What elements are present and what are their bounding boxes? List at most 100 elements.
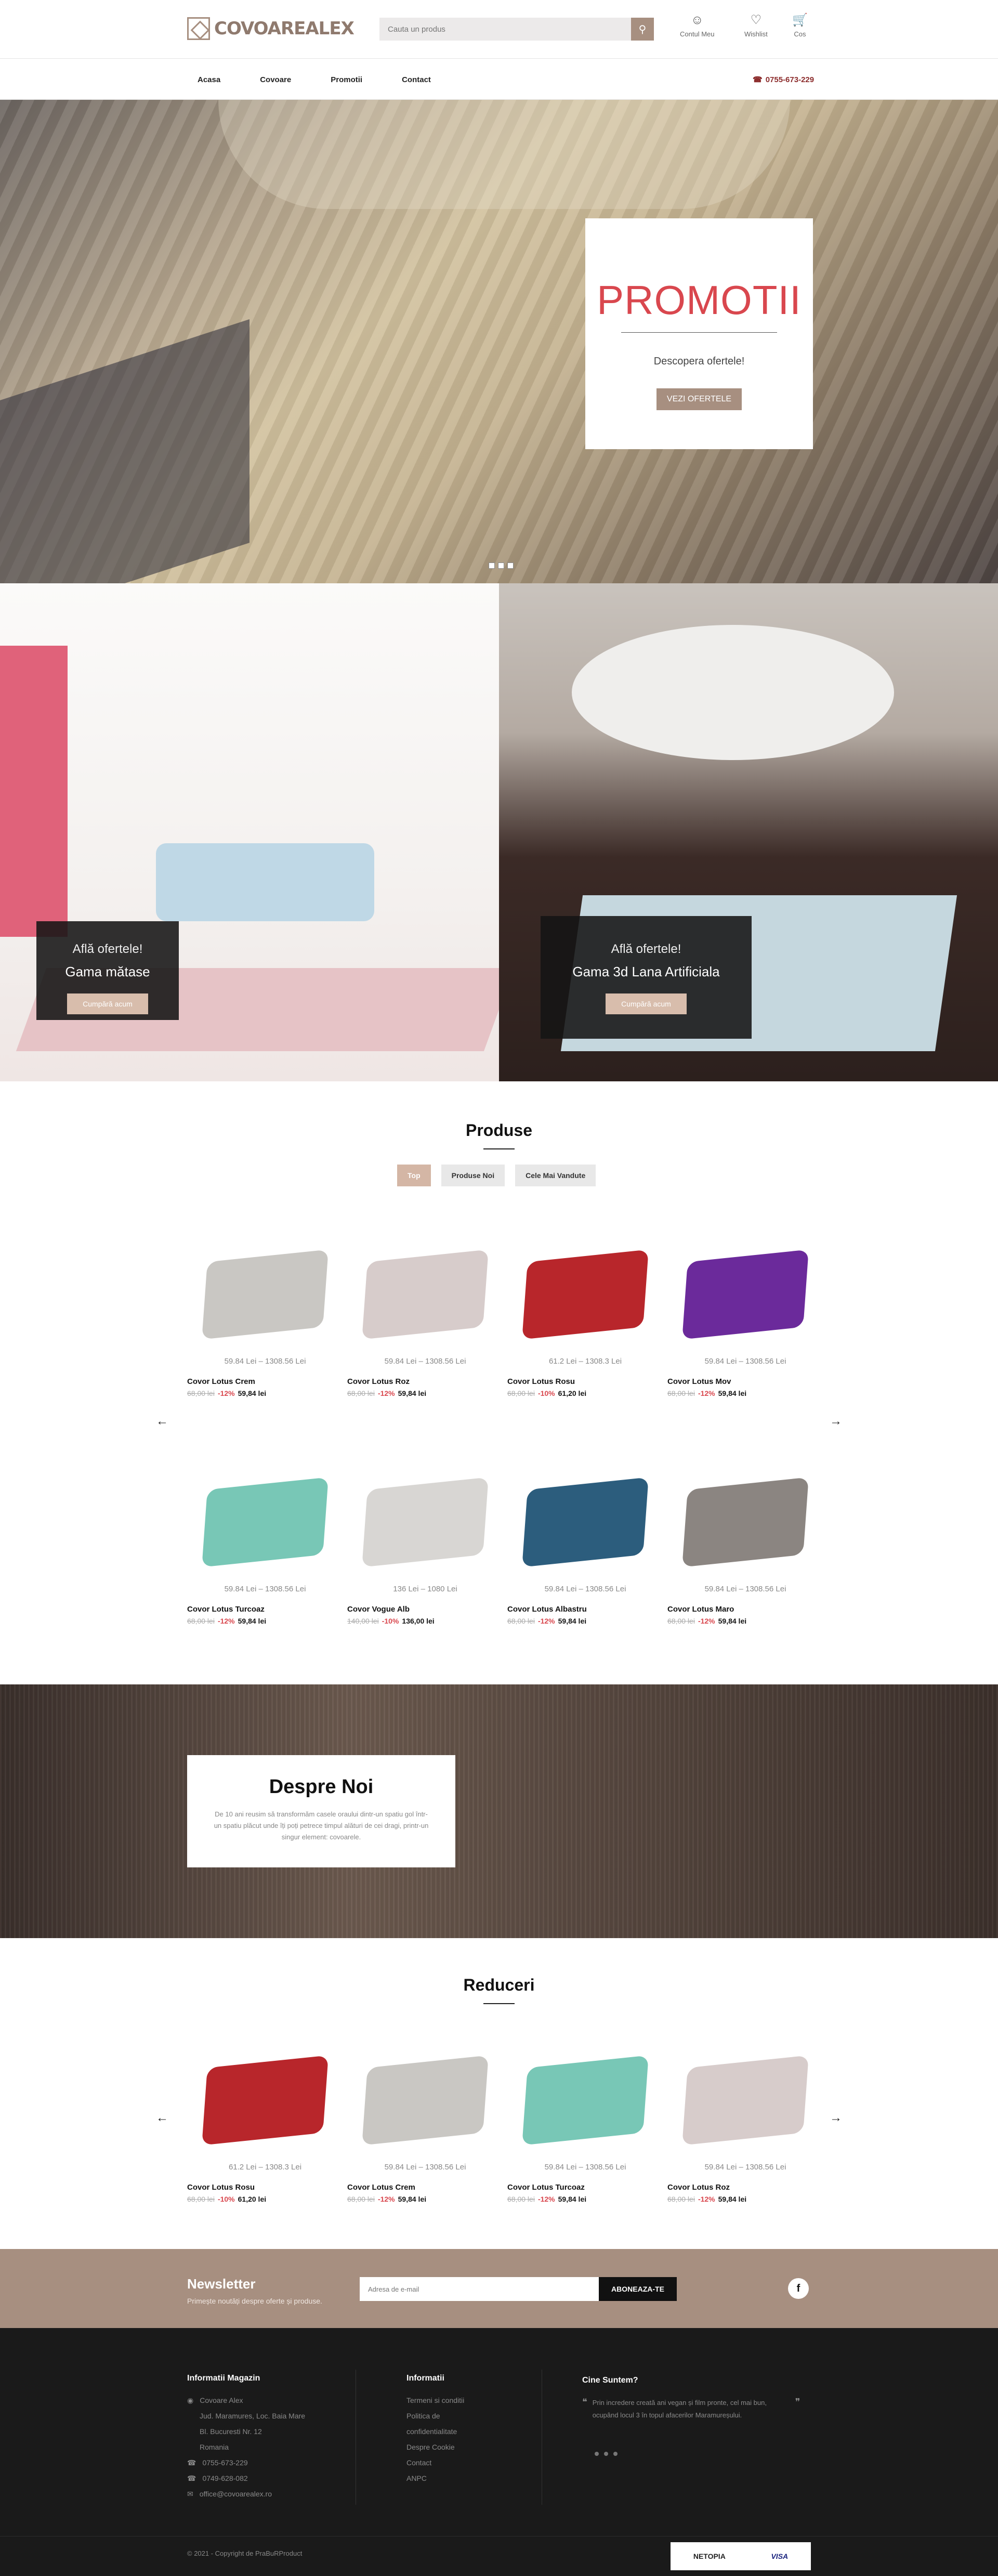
- product-image[interactable]: [347, 1217, 503, 1372]
- slider-dot[interactable]: [498, 563, 504, 569]
- product-name[interactable]: Covor Lotus Albastru: [507, 1605, 663, 1614]
- product-name[interactable]: Covor Lotus Maro: [667, 1605, 823, 1614]
- product-name[interactable]: Covor Lotus Rosu: [187, 2183, 343, 2192]
- testimonial-dot[interactable]: [595, 2452, 599, 2456]
- product-price-range: 59.84 Lei – 1308.56 Lei: [704, 1357, 786, 1366]
- logo[interactable]: COVOAREALEX: [187, 15, 354, 43]
- testimonial-dot[interactable]: [613, 2452, 618, 2456]
- product-name[interactable]: Covor Lotus Mov: [667, 1377, 823, 1386]
- newsletter-title: Newsletter: [187, 2276, 256, 2292]
- account-link[interactable]: ☺ Contul Meu: [680, 14, 714, 38]
- testimonial-dot[interactable]: [604, 2452, 608, 2456]
- product-discount: -12%: [217, 1617, 235, 1625]
- product-card[interactable]: 59.84 Lei – 1308.56 Lei Covor Lotus Albas…: [507, 1444, 663, 1625]
- about-section: Despre Noi De 10 ani reusim să transform…: [0, 1684, 998, 1938]
- footer-phone-2[interactable]: ☎ 0749-628-082: [187, 2470, 353, 2486]
- product-card[interactable]: 59.84 Lei – 1308.56 Lei Covor Lotus Turco…: [507, 2022, 663, 2203]
- product-price-range: 136 Lei – 1080 Lei: [393, 1585, 457, 1593]
- hero-cta-button[interactable]: VEZI OFERTELE: [656, 388, 742, 410]
- cart-link[interactable]: 🛒 Cos: [792, 14, 808, 38]
- product-image[interactable]: [507, 1217, 663, 1372]
- product-card[interactable]: 61.2 Lei – 1308.3 Lei Covor Lotus Rosu 68,…: [187, 2022, 343, 2203]
- product-name[interactable]: Covor Lotus Crem: [187, 1377, 343, 1386]
- nav-item-promotii[interactable]: Promotii: [331, 75, 362, 84]
- product-card[interactable]: 59.84 Lei – 1308.56 Lei Covor Lotus Crem 6…: [347, 2022, 503, 2203]
- product-card[interactable]: 59.84 Lei – 1308.56 Lei Covor Lotus Mov 68…: [667, 1217, 823, 1397]
- phone-icon: ☎: [187, 2474, 196, 2482]
- footer-link-termeni[interactable]: Termeni si conditii: [406, 2392, 542, 2408]
- footer-link-confidentialitate[interactable]: confidentialitate: [406, 2424, 542, 2439]
- banner-3d-button[interactable]: Cumpără acum: [606, 993, 687, 1014]
- tab-cele-mai-vandute[interactable]: Cele Mai Vandute: [515, 1165, 596, 1186]
- product-card[interactable]: 59.84 Lei – 1308.56 Lei Covor Lotus Maro 6…: [667, 1444, 823, 1625]
- product-card[interactable]: 59.84 Lei – 1308.56 Lei Covor Lotus Turco…: [187, 1444, 343, 1625]
- product-card[interactable]: 59.84 Lei – 1308.56 Lei Covor Lotus Crem 6…: [187, 1217, 343, 1397]
- footer-link-anpc[interactable]: ANPC: [406, 2470, 542, 2486]
- banner-3d[interactable]: Află ofertele! Gama 3d Lana Artificiala …: [499, 583, 998, 1081]
- banner-silk[interactable]: Află ofertele! Gama mătase Cumpără acum: [0, 583, 499, 1081]
- nav-item-covoare[interactable]: Covoare: [260, 75, 291, 84]
- slider-dot[interactable]: [489, 563, 495, 569]
- product-new-price: 59,84 lei: [718, 1617, 747, 1625]
- product-image[interactable]: [187, 1444, 343, 1600]
- hero-subtitle: Descopera ofertele!: [653, 356, 745, 367]
- nav-items: Acasa Covoare Promotii Contact: [198, 59, 431, 100]
- discounts-prev-arrow[interactable]: ←: [156, 2111, 168, 2125]
- product-name[interactable]: Covor Lotus Turcoaz: [187, 1605, 343, 1614]
- product-image[interactable]: [667, 1444, 823, 1600]
- product-card[interactable]: 59.84 Lei – 1308.56 Lei Covor Lotus Roz 68…: [667, 2022, 823, 2203]
- slider-dot[interactable]: [507, 563, 514, 569]
- product-image[interactable]: [667, 2022, 823, 2178]
- product-image[interactable]: [187, 1217, 343, 1372]
- product-card[interactable]: 136 Lei – 1080 Lei Covor Vogue Alb 140,00 …: [347, 1444, 503, 1625]
- product-new-price: 59,84 lei: [398, 1389, 427, 1397]
- footer-link-contact[interactable]: Contact: [406, 2455, 542, 2470]
- product-discount: -12%: [377, 2195, 395, 2203]
- product-image[interactable]: [347, 2022, 503, 2178]
- newsletter-email-input[interactable]: [360, 2277, 599, 2301]
- product-image[interactable]: [667, 1217, 823, 1372]
- hero-promo-box: PROMOTII Descopera ofertele! VEZI OFERTE…: [585, 218, 813, 449]
- search-button[interactable]: ⚲: [631, 18, 654, 41]
- tab-produse-noi[interactable]: Produse Noi: [441, 1165, 505, 1186]
- product-old-price: 68,00 lei: [667, 2195, 695, 2203]
- footer-phone-1[interactable]: ☎ 0755-673-229: [187, 2455, 353, 2470]
- header: COVOAREALEX ⚲ ☺ Contul Meu ♡ Wishlist 🛒 …: [0, 0, 998, 58]
- products-tabs: Top Produse Noi Cele Mai Vandute: [397, 1165, 596, 1186]
- product-name[interactable]: Covor Lotus Turcoaz: [507, 2183, 663, 2192]
- product-image[interactable]: [507, 1444, 663, 1600]
- product-name[interactable]: Covor Lotus Rosu: [507, 1377, 663, 1386]
- product-card[interactable]: 59.84 Lei – 1308.56 Lei Covor Lotus Roz 68…: [347, 1217, 503, 1397]
- footer-email[interactable]: ✉ office@covoarealex.ro: [187, 2486, 353, 2502]
- facebook-icon[interactable]: f: [788, 2278, 809, 2299]
- products-prev-arrow[interactable]: ←: [156, 1414, 168, 1429]
- wishlist-link[interactable]: ♡ Wishlist: [744, 14, 768, 38]
- discounts-next-arrow[interactable]: →: [830, 2111, 842, 2125]
- product-image[interactable]: [507, 2022, 663, 2178]
- product-prices: 68,00 lei -12% 59,84 lei: [187, 1617, 343, 1625]
- footer-link-politica[interactable]: Politica de: [406, 2408, 542, 2424]
- tab-top[interactable]: Top: [397, 1165, 431, 1186]
- footer-about-title: Cine Suntem?: [582, 2376, 638, 2385]
- phone-link[interactable]: ☎ 0755-673-229: [753, 59, 814, 100]
- product-name[interactable]: Covor Lotus Crem: [347, 2183, 503, 2192]
- hero-image-roll: [218, 100, 790, 209]
- product-card[interactable]: 61.2 Lei – 1308.3 Lei Covor Lotus Rosu 68,…: [507, 1217, 663, 1397]
- product-image[interactable]: [347, 1444, 503, 1600]
- search-input[interactable]: [379, 18, 631, 41]
- product-image[interactable]: [187, 2022, 343, 2178]
- discounts-title: Reduceri: [463, 1976, 535, 1994]
- product-name[interactable]: Covor Vogue Alb: [347, 1605, 503, 1614]
- footer-link-cookie[interactable]: Despre Cookie: [406, 2439, 542, 2455]
- products-next-arrow[interactable]: →: [830, 1414, 842, 1429]
- banner-silk-button[interactable]: Cumpără acum: [67, 993, 148, 1014]
- about-box: Despre Noi De 10 ani reusim să transform…: [187, 1755, 455, 1867]
- account-label: Contul Meu: [680, 30, 715, 38]
- product-name[interactable]: Covor Lotus Roz: [347, 1377, 503, 1386]
- main-navigation: Acasa Covoare Promotii Contact ☎ 0755-67…: [0, 58, 998, 100]
- nav-item-contact[interactable]: Contact: [402, 75, 431, 84]
- nav-item-acasa[interactable]: Acasa: [198, 75, 220, 84]
- newsletter-subscribe-button[interactable]: ABONEAZA-TE: [599, 2277, 677, 2301]
- product-name[interactable]: Covor Lotus Roz: [667, 2183, 823, 2192]
- product-price-range: 59.84 Lei – 1308.56 Lei: [384, 1357, 466, 1366]
